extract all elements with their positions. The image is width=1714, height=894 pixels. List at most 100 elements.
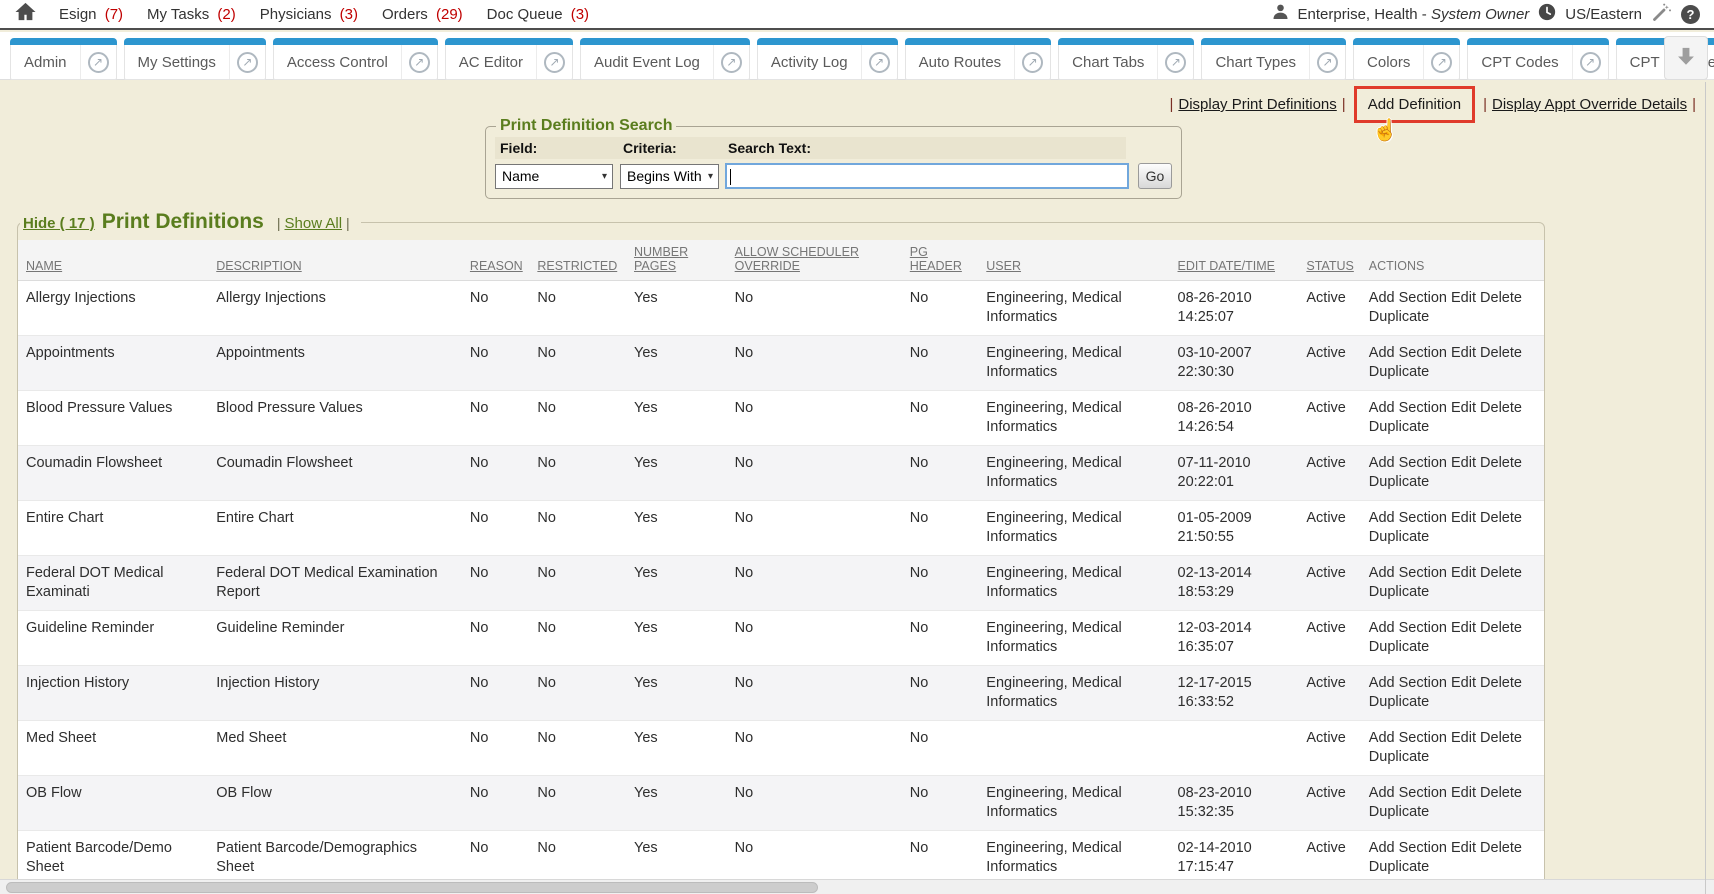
tab-access-control[interactable]: Access Control ↗ (273, 38, 438, 80)
action-delete[interactable]: Delete (1480, 510, 1522, 526)
action-duplicate[interactable]: Duplicate (1369, 419, 1429, 435)
action-delete[interactable]: Delete (1480, 565, 1522, 581)
top-nav-item-doc-queue[interactable]: Doc Queue (3) (487, 6, 589, 23)
open-in-new-window-icon[interactable]: ↗ (237, 52, 258, 73)
action-delete[interactable]: Delete (1480, 840, 1522, 856)
display-appt-override-details-link[interactable]: Display Appt Override Details (1492, 96, 1687, 113)
print-definitions-panel: Hide ( 17 ) Print Definitions | Show All… (17, 210, 1545, 894)
action-duplicate[interactable]: Duplicate (1369, 804, 1429, 820)
action-delete[interactable]: Delete (1480, 785, 1522, 801)
column-header-edit-date-time[interactable]: EDIT DATE/TIME (1174, 240, 1303, 281)
action-duplicate[interactable]: Duplicate (1369, 749, 1429, 765)
tab-colors[interactable]: Colors ↗ (1353, 38, 1460, 80)
action-duplicate[interactable]: Duplicate (1369, 859, 1429, 875)
action-add-section[interactable]: Add Section (1369, 455, 1447, 471)
action-add-section[interactable]: Add Section (1369, 400, 1447, 416)
action-edit[interactable]: Edit (1451, 620, 1476, 636)
action-edit[interactable]: Edit (1451, 345, 1476, 361)
action-duplicate[interactable]: Duplicate (1369, 694, 1429, 710)
action-add-section[interactable]: Add Section (1369, 345, 1447, 361)
action-add-section[interactable]: Add Section (1369, 675, 1447, 691)
open-in-new-window-icon[interactable]: ↗ (88, 52, 109, 73)
action-delete[interactable]: Delete (1480, 290, 1522, 306)
action-duplicate[interactable]: Duplicate (1369, 584, 1429, 600)
action-duplicate[interactable]: Duplicate (1369, 474, 1429, 490)
cell-edit-date-time: 12-17-2015 16:33:52 (1174, 666, 1303, 721)
open-in-new-window-icon[interactable]: ↗ (721, 52, 742, 73)
tabs-overflow-button[interactable] (1664, 36, 1708, 80)
home-button[interactable] (14, 1, 37, 27)
top-nav-item-esign[interactable]: Esign (7) (59, 6, 123, 23)
action-edit[interactable]: Edit (1451, 400, 1476, 416)
action-delete[interactable]: Delete (1480, 455, 1522, 471)
wand-icon[interactable] (1651, 2, 1672, 27)
go-button[interactable]: Go (1138, 163, 1172, 189)
action-edit[interactable]: Edit (1451, 455, 1476, 471)
action-duplicate[interactable]: Duplicate (1369, 639, 1429, 655)
help-icon[interactable]: ? (1681, 5, 1700, 24)
action-delete[interactable]: Delete (1480, 675, 1522, 691)
action-edit[interactable]: Edit (1451, 565, 1476, 581)
action-delete[interactable]: Delete (1480, 620, 1522, 636)
action-edit[interactable]: Edit (1451, 675, 1476, 691)
action-edit[interactable]: Edit (1451, 510, 1476, 526)
action-delete[interactable]: Delete (1480, 400, 1522, 416)
top-nav-item-my-tasks[interactable]: My Tasks (2) (147, 6, 236, 23)
action-add-section[interactable]: Add Section (1369, 565, 1447, 581)
action-add-section[interactable]: Add Section (1369, 785, 1447, 801)
action-edit[interactable]: Edit (1451, 785, 1476, 801)
column-header-number-pages[interactable]: NUMBER PAGES (630, 240, 731, 281)
open-in-new-window-icon[interactable]: ↗ (1022, 52, 1043, 73)
column-header-allow-scheduler-override[interactable]: ALLOW SCHEDULER OVERRIDE (731, 240, 906, 281)
action-duplicate[interactable]: Duplicate (1369, 529, 1429, 545)
column-header-status[interactable]: STATUS (1302, 240, 1364, 281)
open-in-new-window-icon[interactable]: ↗ (544, 52, 565, 73)
tab-accent-bar (580, 38, 750, 45)
top-nav-item-physicians[interactable]: Physicians (3) (260, 6, 358, 23)
action-add-section[interactable]: Add Section (1369, 730, 1447, 746)
criteria-select[interactable]: Begins With ▾ (620, 164, 719, 189)
open-in-new-window-icon[interactable]: ↗ (1317, 52, 1338, 73)
horizontal-scrollbar-thumb[interactable] (6, 882, 818, 893)
add-definition-link[interactable]: Add Definition (1354, 86, 1475, 123)
horizontal-scrollbar-track[interactable] (0, 879, 1714, 894)
tab-accent-bar (124, 38, 266, 45)
column-header-description[interactable]: DESCRIPTION (212, 240, 466, 281)
column-header-reason[interactable]: REASON (466, 240, 533, 281)
action-add-section[interactable]: Add Section (1369, 510, 1447, 526)
action-duplicate[interactable]: Duplicate (1369, 309, 1429, 325)
tab-auto-routes[interactable]: Auto Routes ↗ (905, 38, 1052, 80)
hide-link[interactable]: Hide ( 17 ) (23, 215, 95, 232)
tab-cpt-codes[interactable]: CPT Codes ↗ (1467, 38, 1608, 80)
tab-activity-log[interactable]: Activity Log ↗ (757, 38, 898, 80)
action-add-section[interactable]: Add Section (1369, 290, 1447, 306)
action-add-section[interactable]: Add Section (1369, 840, 1447, 856)
action-delete[interactable]: Delete (1480, 345, 1522, 361)
field-select[interactable]: Name ▾ (495, 164, 613, 189)
top-nav-item-orders[interactable]: Orders (29) (382, 6, 463, 23)
action-delete[interactable]: Delete (1480, 730, 1522, 746)
show-all-link[interactable]: Show All (285, 215, 343, 232)
tab-admin[interactable]: Admin ↗ (10, 38, 117, 80)
tab-audit-event-log[interactable]: Audit Event Log ↗ (580, 38, 750, 80)
column-header-name[interactable]: NAME (18, 240, 212, 281)
open-in-new-window-icon[interactable]: ↗ (869, 52, 890, 73)
open-in-new-window-icon[interactable]: ↗ (1165, 52, 1186, 73)
tab-chart-tabs[interactable]: Chart Tabs ↗ (1058, 38, 1194, 80)
display-print-definitions-link[interactable]: Display Print Definitions (1178, 96, 1336, 113)
column-header-restricted[interactable]: RESTRICTED (533, 240, 630, 281)
tab-chart-types[interactable]: Chart Types ↗ (1201, 38, 1346, 80)
open-in-new-window-icon[interactable]: ↗ (1431, 52, 1452, 73)
open-in-new-window-icon[interactable]: ↗ (1580, 52, 1601, 73)
action-edit[interactable]: Edit (1451, 730, 1476, 746)
action-add-section[interactable]: Add Section (1369, 620, 1447, 636)
column-header-user[interactable]: USER (982, 240, 1173, 281)
tab-ac-editor[interactable]: AC Editor ↗ (445, 38, 573, 80)
action-duplicate[interactable]: Duplicate (1369, 364, 1429, 380)
action-edit[interactable]: Edit (1451, 840, 1476, 856)
column-header-pg-header[interactable]: PG HEADER (906, 240, 983, 281)
open-in-new-window-icon[interactable]: ↗ (409, 52, 430, 73)
tab-my-settings[interactable]: My Settings ↗ (124, 38, 266, 80)
search-text-input[interactable] (725, 163, 1129, 189)
action-edit[interactable]: Edit (1451, 290, 1476, 306)
